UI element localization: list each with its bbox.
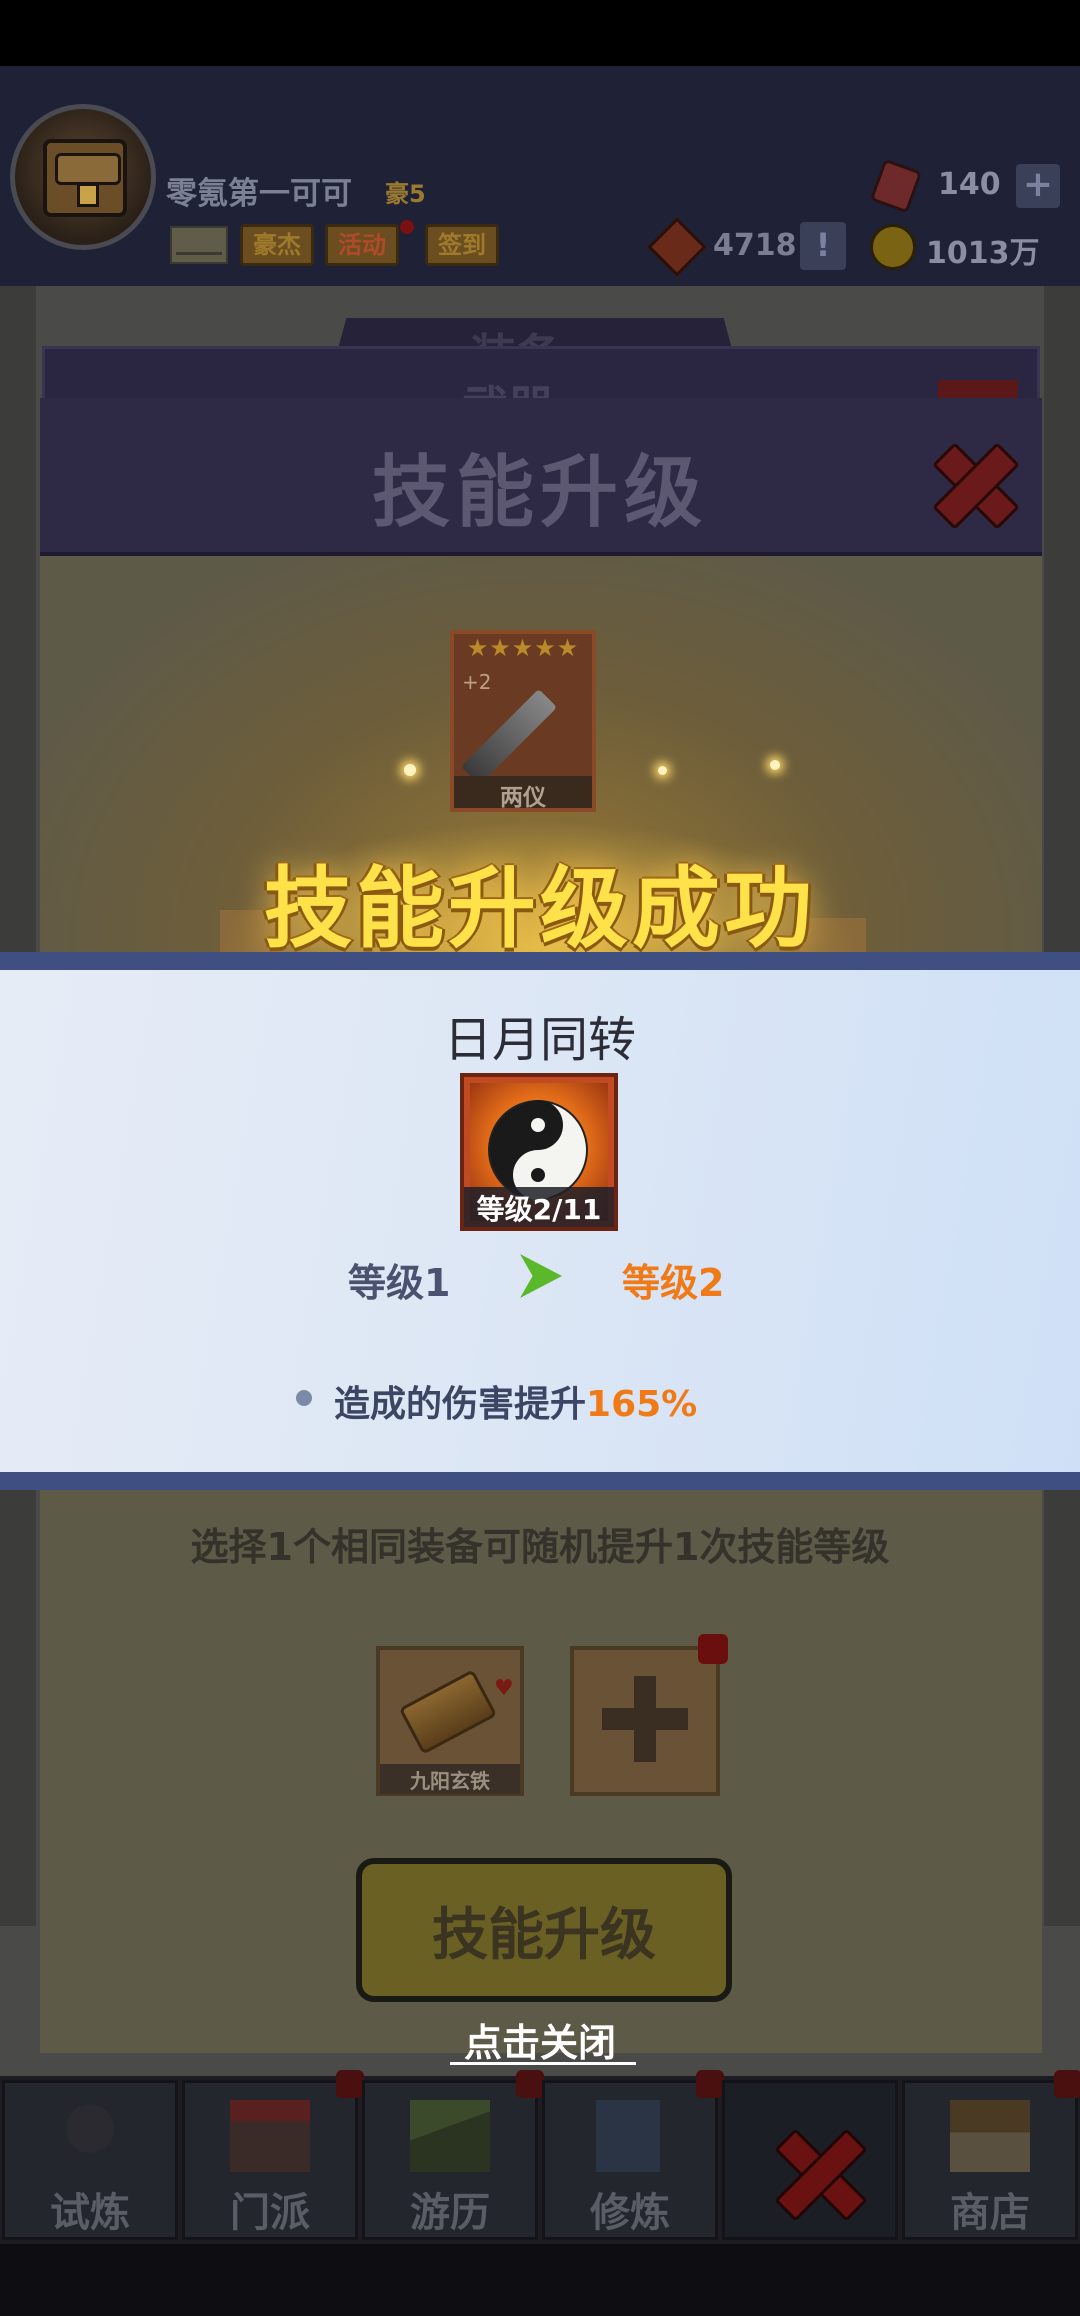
skill-level: 等级2/11	[476, 1193, 602, 1226]
select-hint: 选择1个相同装备可随机提升1次技能等级	[190, 1525, 890, 1569]
nav-label-trial: 试炼	[50, 2190, 130, 2236]
dialog-title: 技能升级	[371, 448, 708, 538]
vip-badge: 豪5	[385, 180, 426, 208]
material-name: 九阳玄铁	[410, 1769, 490, 1793]
heart-icon: ♥	[494, 1676, 514, 1701]
notification-dot	[336, 2070, 364, 2098]
token-info-button[interactable]: !	[800, 222, 846, 270]
close-icon	[778, 2130, 848, 2220]
yin-yang-dot	[531, 1168, 545, 1182]
equipment-plus-level: +2	[462, 670, 492, 694]
haojie-button[interactable]: 豪杰	[240, 224, 314, 266]
nav-label-travel: 游历	[410, 2190, 490, 2236]
effect-value: 165%	[586, 1384, 698, 1425]
temple-icon	[230, 2100, 310, 2172]
effect-label: 造成的伤害提升	[334, 1384, 587, 1425]
coin-icon	[870, 224, 916, 270]
close-hint-underline	[450, 2062, 636, 2065]
activity-button[interactable]: 活动	[325, 224, 399, 266]
plus-icon	[634, 1676, 656, 1762]
system-nav-bar	[0, 2244, 1080, 2316]
equipment-name: 两仪	[500, 785, 546, 811]
tap-to-close[interactable]: 点击关闭	[0, 2012, 1080, 2067]
notification-dot	[400, 220, 414, 234]
checkin-button[interactable]: 签到	[425, 224, 499, 266]
close-icon[interactable]	[930, 440, 1016, 526]
player-avatar[interactable]	[10, 104, 156, 250]
sparkle-icon	[404, 764, 416, 776]
skill-name: 日月同转	[443, 1012, 636, 1068]
sparkle-icon	[770, 760, 780, 770]
treasure-chest-icon	[43, 139, 127, 217]
notification-dot	[698, 1634, 728, 1664]
ninja-icon	[50, 2100, 130, 2172]
level-after: 等级2	[622, 1261, 725, 1305]
add-gems-button[interactable]: +	[1016, 164, 1060, 208]
nav-label-sect: 门派	[230, 2190, 310, 2236]
effect-description: 造成的伤害提升165%	[334, 1375, 697, 1427]
mountain-icon	[410, 2100, 490, 2172]
yin-yang-dot	[531, 1118, 545, 1132]
shop-icon	[950, 2100, 1030, 2172]
bullet-icon	[296, 1390, 312, 1406]
equipment-stars: ★★★★★	[466, 634, 580, 662]
status-bar	[0, 0, 1080, 66]
sparkle-icon	[658, 766, 667, 775]
coin-count: 1013万	[926, 236, 1040, 271]
result-panel-border	[0, 1472, 1080, 1490]
notification-dot	[516, 2070, 544, 2098]
gem-count: 140	[938, 167, 1001, 202]
mail-icon[interactable]	[170, 226, 228, 264]
player-name: 零氪第一可可	[166, 176, 352, 212]
success-title: 技能升级成功	[263, 857, 816, 960]
level-before: 等级1	[348, 1261, 451, 1305]
nav-label-shop: 商店	[950, 2190, 1030, 2236]
token-count: 4718	[713, 228, 797, 263]
notification-dot	[696, 2070, 724, 2098]
result-panel-border	[0, 952, 1080, 970]
notification-dot	[1054, 2070, 1080, 2098]
nav-label-cultivate: 修炼	[590, 2190, 670, 2236]
upgrade-skill-button-label: 技能升级	[432, 1903, 656, 1968]
book-icon	[596, 2100, 660, 2172]
